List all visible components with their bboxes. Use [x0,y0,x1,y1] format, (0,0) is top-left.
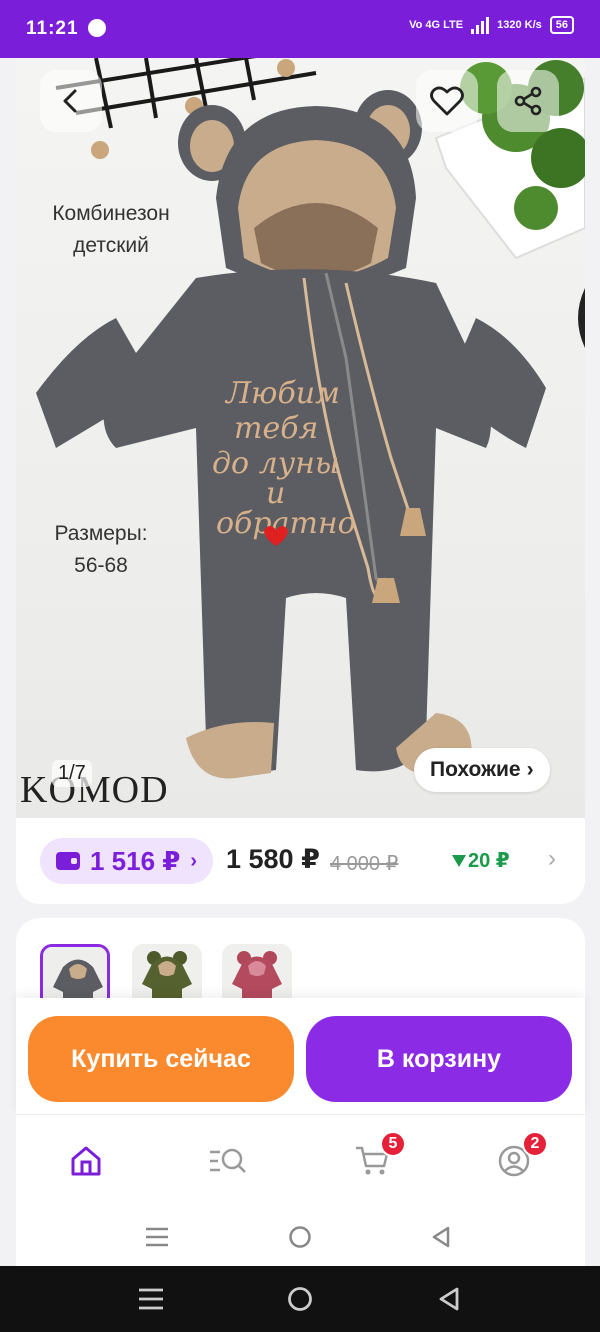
image-sizes: Размеры: 56-68 [26,518,176,582]
share-button[interactable] [497,70,559,132]
menu-button[interactable] [142,1222,172,1252]
similar-label: Похожие [430,758,521,781]
chevron-right-icon[interactable]: › [548,845,556,873]
nav-cart[interactable]: 5 [352,1131,406,1181]
nav-home[interactable] [66,1141,106,1181]
share-icon [514,86,542,116]
device-back-button[interactable] [434,1284,464,1314]
back-button[interactable] [40,70,102,132]
cashback-arrow-icon [452,854,466,867]
cashback-value: 20 ₽ [468,850,510,872]
back-triangle-icon [432,1226,450,1248]
network-label: Vo 4G LTE [409,19,464,31]
device-home-button[interactable] [285,1284,315,1314]
current-price: 1 580 ₽ [226,844,320,874]
image-title-line-2: детский [73,234,149,257]
network-speed: 1320 K/s [497,19,542,31]
nav-profile[interactable]: 2 [494,1131,548,1181]
image-counter: 1/7 [52,760,92,787]
bottom-navigation: 5 2 [16,1114,585,1206]
profile-badge: 2 [522,1131,548,1157]
wallet-icon [56,852,80,870]
signal-icon [471,16,490,34]
favorite-button[interactable] [416,70,478,132]
image-sizes-label: Размеры: [54,522,148,545]
chevron-right-icon: › [190,849,198,872]
home-circle-icon [289,1226,311,1248]
status-right: Vo 4G LTE 1320 K/s 56 [409,16,574,34]
cashback: 20 ₽ [452,848,510,873]
home-button[interactable] [285,1222,315,1252]
battery-icon: 56 [549,16,574,34]
heart-icon [430,86,464,116]
status-bar: 11:21 Vo 4G LTE 1320 K/s 56 [0,0,600,58]
buy-now-button[interactable]: Купить сейчас [28,1016,294,1102]
price-row[interactable]: 1 516 ₽ › 1 580 ₽ 4 000 ₽ 20 ₽ › [16,818,585,904]
add-to-cart-button[interactable]: В корзину [306,1016,572,1102]
wallet-price: 1 516 ₽ [90,845,181,876]
image-sizes-value: 56-68 [74,554,128,577]
old-price: 4 000 ₽ [330,853,399,875]
wallet-price-pill[interactable]: 1 516 ₽ › [40,838,214,884]
embroidery-text: Любим тебя до луны и обратно [212,376,356,541]
home-icon [71,1146,101,1176]
nav-catalog[interactable] [208,1141,248,1181]
device-menu-button[interactable] [136,1284,166,1314]
status-time: 11:21 [26,18,79,39]
embroidery-line-2: тебя [234,411,318,446]
embroidery-line-1: Любим [224,376,340,411]
device-system-nav [0,1266,600,1332]
app-system-nav [16,1206,585,1266]
screen: 11:21 Vo 4G LTE 1320 K/s 56 Любим тебя д… [0,0,600,1332]
product-image[interactable]: Любим тебя до луны и обратно Комбинезон … [16,58,585,818]
menu-icon [146,1227,168,1247]
similar-button[interactable]: Похожие › [414,748,550,792]
cart-badge: 5 [380,1131,406,1157]
home-circle-icon [288,1287,312,1311]
action-bar: Купить сейчас В корзину [16,998,585,1114]
brand-watermark: KOMOD [20,769,169,811]
back-icon [63,89,77,113]
settings-dot-icon [88,19,106,37]
back-triangle-icon [439,1287,459,1311]
product-photo: Любим тебя до луны и обратно [36,58,585,779]
chevron-right-icon: › [526,758,534,781]
back-nav-button[interactable] [426,1222,456,1252]
catalog-search-icon [210,1148,246,1173]
image-title-line-1: Комбинезон [52,202,170,225]
menu-icon [139,1288,163,1310]
image-title: Комбинезон детский [26,198,196,262]
